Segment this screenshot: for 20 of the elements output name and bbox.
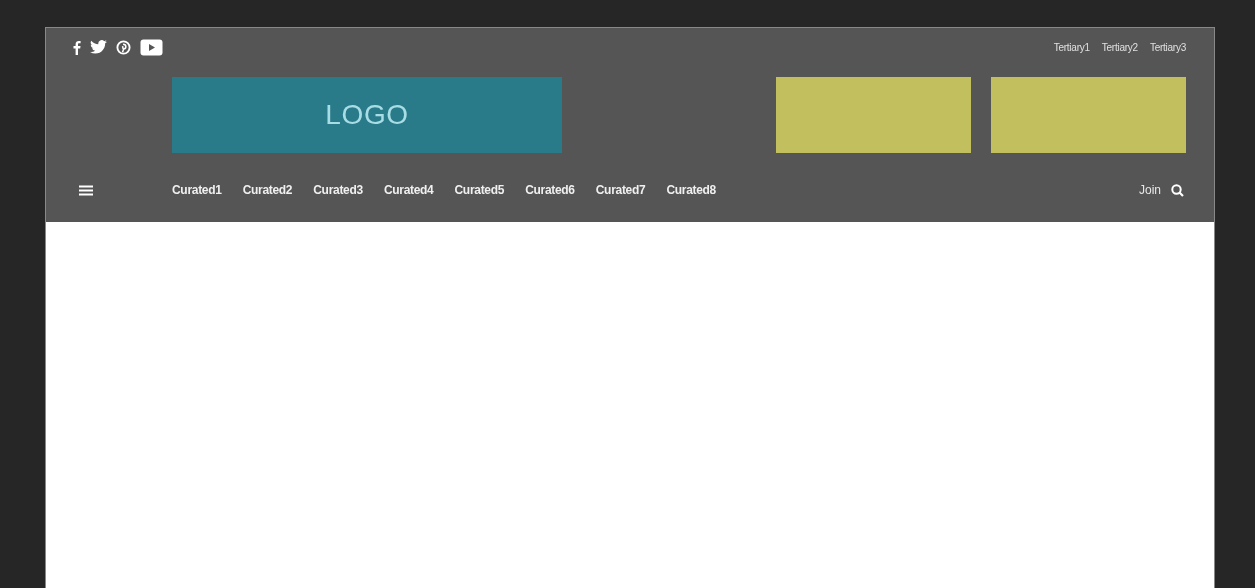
nav-link[interactable]: Curated7 <box>595 181 646 199</box>
menu-icon[interactable] <box>79 184 93 196</box>
tertiary-link[interactable]: Tertiary3 <box>1149 39 1186 55</box>
nav-link[interactable]: Curated3 <box>313 181 363 199</box>
facebook-icon[interactable] <box>72 39 81 55</box>
join-link[interactable]: Join <box>1139 181 1161 199</box>
nav-link[interactable]: Curated2 <box>242 181 293 199</box>
play-icon[interactable] <box>140 38 163 56</box>
pin-circle-icon[interactable] <box>116 39 131 55</box>
nav-link[interactable]: Curated8 <box>666 181 716 199</box>
nav-link[interactable]: Curated6 <box>525 181 575 199</box>
tertiary-link[interactable]: Tertiary2 <box>1101 39 1138 55</box>
logo-text: LOGO <box>325 98 409 132</box>
nav-link[interactable]: Curated1 <box>172 181 222 199</box>
nav-link[interactable]: Curated4 <box>383 181 434 199</box>
tertiary-link[interactable]: Tertiary1 <box>1053 39 1090 55</box>
nav-link[interactable]: Curated5 <box>454 181 505 199</box>
search-icon[interactable] <box>1171 183 1184 197</box>
logo-banner[interactable]: LOGO <box>172 77 562 153</box>
bird-icon[interactable] <box>90 40 107 54</box>
